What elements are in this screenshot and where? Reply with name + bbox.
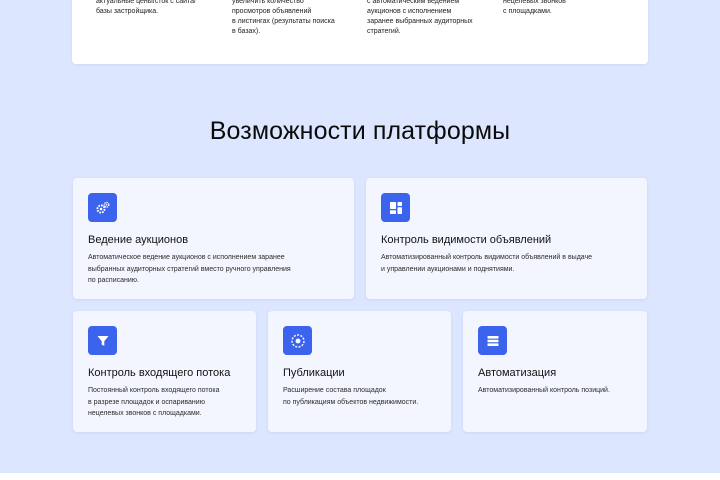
top-card-col-2: увеличить количество просмотров объявлен… xyxy=(232,0,335,35)
card-description: Автоматизированный контроль видимости об… xyxy=(381,254,593,273)
card-description: Расширение состава площадок по публикаци… xyxy=(283,387,419,406)
page-footer-band xyxy=(0,473,720,480)
top-card-col-1: актуальные цены/сток с сайта/ базы застр… xyxy=(96,0,197,15)
feature-card-auctions[interactable]: Ведение аукционов Автоматическое ведение… xyxy=(73,178,354,299)
gears-icon xyxy=(88,193,117,222)
layout-grid-icon xyxy=(381,193,410,222)
section-title: Возможности платформы xyxy=(209,117,511,145)
card-description: Автоматическое ведение аукционов с испол… xyxy=(88,254,291,284)
list-rows-icon xyxy=(478,326,507,355)
target-circle-icon xyxy=(283,326,312,355)
card-title: Публикации xyxy=(283,367,345,379)
funnel-icon xyxy=(88,326,117,355)
feature-card-automation[interactable]: Автоматизация Автоматизированный контрол… xyxy=(463,311,647,432)
card-title: Контроль входящего потока xyxy=(88,367,231,379)
card-description: Автоматизированный контроль позиций. xyxy=(478,387,610,394)
top-card-col-4: нецелевых звонков с площадками. xyxy=(503,0,566,15)
top-card-col-3: с автоматическим ведением аукционов с ис… xyxy=(367,0,473,35)
card-title: Ведение аукционов xyxy=(88,234,189,246)
card-title: Контроль видимости объявлений xyxy=(381,234,552,246)
feature-card-publications[interactable]: Публикации Расширение состава площадок п… xyxy=(268,311,451,432)
card-description: Постоянный контроль входящего потока в р… xyxy=(88,387,220,417)
top-info-card: актуальные цены/сток с сайта/ базы застр… xyxy=(72,0,648,64)
feature-card-visibility[interactable]: Контроль видимости объявлений Автоматизи… xyxy=(366,178,647,299)
card-title: Автоматизация xyxy=(478,367,557,379)
feature-card-incoming-flow[interactable]: Контроль входящего потока Постоянный кон… xyxy=(73,311,256,432)
